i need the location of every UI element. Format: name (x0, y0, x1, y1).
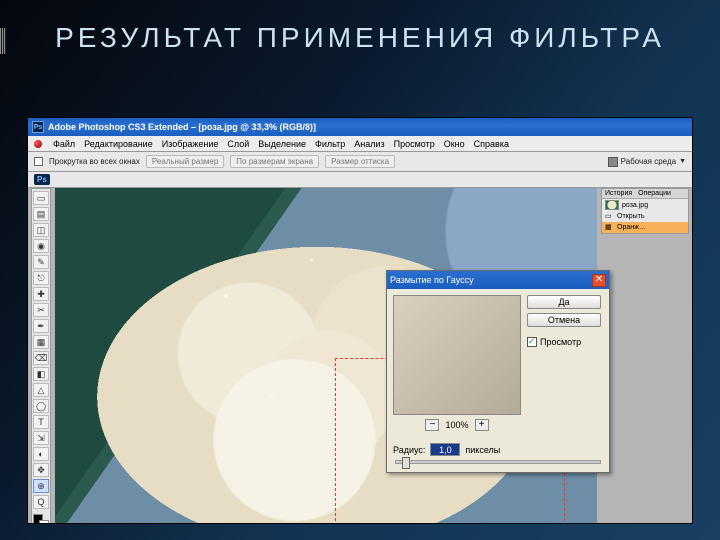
preview-checkbox-row[interactable]: Просмотр (527, 337, 601, 347)
history-palette-tabs: История Операции (602, 189, 688, 199)
zoom-level: 100% (445, 420, 468, 430)
options-bar: Прокрутка во всех окнах Реальный размер … (28, 152, 692, 172)
history-row-label: Открыть (617, 213, 645, 220)
right-dock: История Операции роза.jpg ▭ Открыть ▦ Ор… (601, 188, 689, 234)
dock-strip: Ps (28, 172, 692, 188)
tool-eraser[interactable]: ⌫ (33, 351, 49, 365)
scroll-all-checkbox[interactable] (34, 157, 43, 166)
history-row-document[interactable]: роза.jpg (602, 199, 688, 211)
print-size-button[interactable]: Размер оттиска (325, 155, 395, 168)
marquee-step-icon: ▦ (605, 223, 614, 232)
menu-window[interactable]: Окно (444, 139, 465, 149)
menu-analysis[interactable]: Анализ (354, 139, 384, 149)
ps-dock-icon[interactable]: Ps (34, 174, 50, 185)
tab-history[interactable]: История (605, 190, 632, 197)
toolbox: ▭ ▤ ◫ ◉ ✎ ⎋ ✚ ✂ ✒ ▦ ⌫ ◧ △ ◯ T ⇲ ◐ ✥ ⊕ Q (31, 188, 51, 523)
tool-crop[interactable]: ✎ (33, 255, 49, 269)
history-row-label: роза.jpg (622, 202, 648, 209)
window-title: Adobe Photoshop CS3 Extended – [роза.jpg… (48, 122, 316, 132)
tool-blur[interactable]: △ (33, 383, 49, 397)
slider-knob[interactable] (402, 457, 410, 469)
tool-lasso[interactable]: ◫ (33, 223, 49, 237)
tool-zoom[interactable]: Q (33, 495, 49, 509)
menu-image[interactable]: Изображение (162, 139, 219, 149)
zoom-in-button[interactable]: + (475, 419, 489, 431)
gaussian-blur-dialog: Размытие по Гауссу ✕ − 100% + Да Отмена … (386, 270, 610, 473)
history-row-selection[interactable]: ▦ Оранж… (602, 222, 688, 233)
actual-size-button[interactable]: Реальный размер (146, 155, 224, 168)
preview-checkbox-label: Просмотр (540, 337, 581, 347)
tool-wand[interactable]: ◉ (33, 239, 49, 253)
tool-dodge[interactable]: ◯ (33, 399, 49, 413)
open-step-icon: ▭ (605, 212, 614, 221)
preview-checkbox[interactable] (527, 337, 537, 347)
app-logo-icon: Ps (32, 121, 44, 133)
tool-heal[interactable]: ✚ (33, 287, 49, 301)
menu-layer[interactable]: Слой (227, 139, 249, 149)
tool-pen[interactable]: ⇲ (33, 431, 49, 445)
tool-brush[interactable]: ✂ (33, 303, 49, 317)
slide-title: РЕЗУЛЬТАТ ПРИМЕНЕНИЯ ФИЛЬТРА (0, 0, 720, 70)
dialog-titlebar[interactable]: Размытие по Гауссу ✕ (387, 271, 609, 289)
menu-edit[interactable]: Редактирование (84, 139, 153, 149)
tool-hand[interactable]: ⊕ (33, 479, 49, 493)
workspace-icon (608, 157, 618, 167)
radius-unit: пикселы (465, 445, 500, 455)
color-swatches[interactable] (33, 514, 49, 523)
zoom-out-button[interactable]: − (425, 419, 439, 431)
tool-type[interactable]: T (33, 415, 49, 429)
dialog-title: Размытие по Гауссу (390, 275, 474, 285)
radius-label: Радиус: (393, 445, 425, 455)
menu-bar: Файл Редактирование Изображение Слой Выд… (28, 136, 692, 152)
menu-select[interactable]: Выделение (258, 139, 306, 149)
tab-actions[interactable]: Операции (638, 190, 671, 197)
tool-stamp[interactable]: ✒ (33, 319, 49, 333)
history-palette: История Операции роза.jpg ▭ Открыть ▦ Ор… (601, 188, 689, 234)
tool-gradient[interactable]: ◧ (33, 367, 49, 381)
tool-eyedrop[interactable]: ✥ (33, 463, 49, 477)
menu-filter[interactable]: Фильтр (315, 139, 345, 149)
tool-move[interactable]: ▭ (33, 191, 49, 205)
chevron-down-icon: ▼ (679, 158, 686, 165)
menu-help[interactable]: Справка (474, 139, 509, 149)
slide-side-tab (0, 28, 6, 54)
workspace-switcher[interactable]: Рабочая среда ▼ (608, 157, 686, 167)
radius-input[interactable] (430, 443, 460, 456)
tool-marquee[interactable]: ▤ (33, 207, 49, 221)
scroll-all-label: Прокрутка во всех окнах (49, 157, 140, 166)
window-titlebar: Ps Adobe Photoshop CS3 Extended – [роза.… (28, 118, 692, 136)
record-indicator-icon (34, 140, 42, 148)
photoshop-screenshot: Ps Adobe Photoshop CS3 Extended – [роза.… (28, 118, 692, 523)
tool-history-brush[interactable]: ▦ (33, 335, 49, 349)
blur-preview[interactable] (393, 295, 521, 415)
history-row-label: Оранж… (617, 224, 646, 231)
tool-shape[interactable]: ◐ (33, 447, 49, 461)
menu-view[interactable]: Просмотр (394, 139, 435, 149)
workspace-label: Рабочая среда (621, 157, 676, 166)
menu-file[interactable]: Файл (53, 139, 75, 149)
doc-thumb-icon (605, 200, 619, 210)
background-swatch[interactable] (39, 520, 49, 523)
fit-screen-button[interactable]: По размерам экрана (230, 155, 319, 168)
close-icon[interactable]: ✕ (592, 274, 606, 287)
radius-slider[interactable] (395, 460, 601, 464)
history-row-open[interactable]: ▭ Открыть (602, 211, 688, 222)
tool-slice[interactable]: ⎋ (33, 271, 49, 285)
cancel-button[interactable]: Отмена (527, 313, 601, 327)
ok-button[interactable]: Да (527, 295, 601, 309)
